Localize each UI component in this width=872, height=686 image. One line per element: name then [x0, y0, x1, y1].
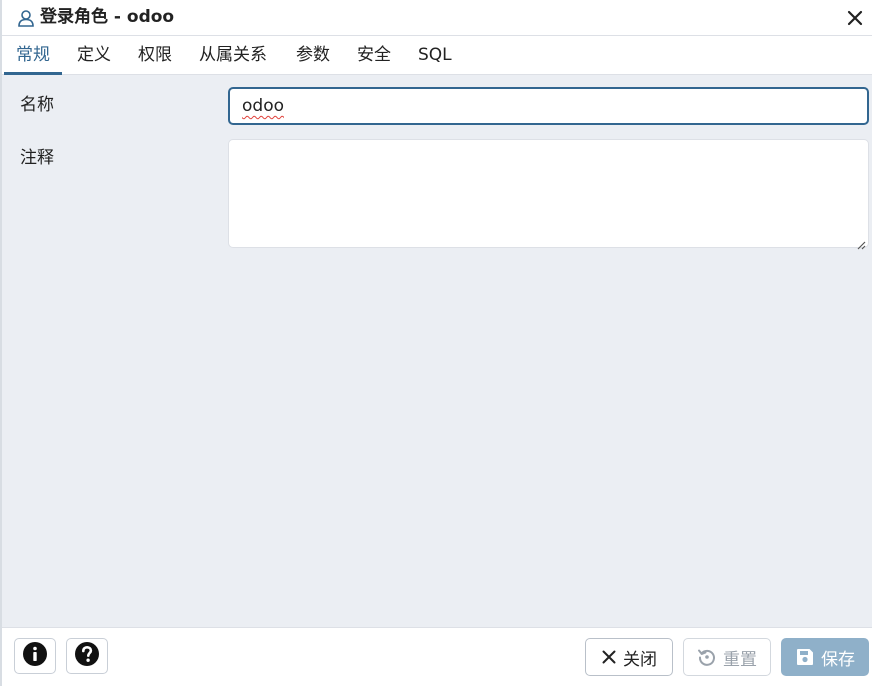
help-button[interactable] — [66, 638, 108, 674]
tab-general[interactable]: 常规 — [4, 37, 62, 75]
reset-button-label: 重置 — [723, 649, 757, 670]
comment-label: 注释 — [20, 148, 54, 168]
close-icon[interactable] — [844, 7, 866, 29]
reset-icon — [697, 647, 717, 667]
save-button-label: 保存 — [821, 649, 855, 670]
dialog-footer: 关闭 重置 保存 — [2, 627, 872, 686]
dialog-titlebar[interactable]: 登录角色 - odoo — [2, 0, 872, 36]
tab-privileges[interactable]: 权限 — [126, 37, 184, 75]
tab-parameters[interactable]: 参数 — [284, 37, 342, 75]
login-role-dialog: 登录角色 - odoo 常规 定义 权限 从属关系 参数 安全 SQL 名称 o… — [0, 0, 872, 686]
tab-sql[interactable]: SQL — [406, 37, 464, 75]
comment-textarea[interactable] — [228, 139, 869, 250]
name-label: 名称 — [20, 95, 54, 115]
tab-bar: 常规 定义 权限 从属关系 参数 安全 SQL — [2, 37, 872, 75]
close-button[interactable]: 关闭 — [585, 638, 673, 676]
close-icon — [601, 649, 617, 665]
tab-definition[interactable]: 定义 — [65, 37, 123, 75]
name-input[interactable]: odoo — [228, 87, 869, 125]
dialog-title: 登录角色 - odoo — [40, 7, 175, 27]
save-button[interactable]: 保存 — [781, 638, 869, 676]
close-button-label: 关闭 — [623, 649, 657, 670]
resize-grip-icon[interactable] — [856, 235, 866, 250]
info-icon — [22, 641, 48, 671]
reset-button[interactable]: 重置 — [683, 638, 771, 676]
user-icon — [16, 8, 36, 28]
help-icon — [74, 641, 100, 671]
save-icon — [795, 647, 815, 667]
info-button[interactable] — [14, 638, 56, 674]
form-content: 名称 odoo 注释 — [2, 75, 872, 627]
tab-membership[interactable]: 从属关系 — [187, 37, 279, 75]
tab-security[interactable]: 安全 — [345, 37, 403, 75]
name-value: odoo — [242, 96, 284, 116]
